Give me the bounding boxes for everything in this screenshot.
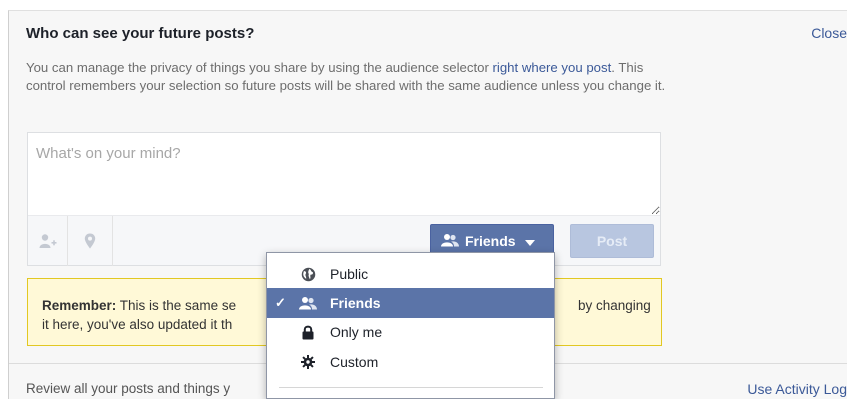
menu-item-friends[interactable]: ✓ Friends — [267, 288, 554, 318]
right-where-you-post-link[interactable]: right where you post — [493, 60, 612, 75]
footer-text: Review all your posts and things y — [26, 381, 231, 396]
menu-item-label: Public — [330, 266, 369, 282]
audience-menu: Public ✓ Friends Only me Custom — [266, 252, 555, 399]
dialog-title: Who can see your future posts? — [26, 25, 255, 42]
menu-item-only-me[interactable]: Only me — [267, 317, 554, 347]
dialog-description: You can manage the privacy of things you… — [26, 59, 666, 94]
remember-text-tail: by changing — [578, 298, 651, 313]
lock-icon — [295, 325, 321, 340]
globe-icon — [295, 267, 321, 282]
menu-item-public[interactable]: Public — [267, 259, 554, 289]
menu-item-label: Friends — [330, 295, 381, 311]
gear-icon — [295, 355, 321, 369]
checkmark-icon: ✓ — [275, 295, 286, 310]
remember-text: This is the same se — [116, 298, 237, 313]
person-add-icon[interactable] — [28, 216, 68, 266]
post-composer: Friends Post — [27, 132, 661, 266]
status-input[interactable] — [28, 133, 660, 215]
caret-down-icon — [524, 233, 535, 249]
menu-item-custom[interactable]: Custom — [267, 347, 554, 377]
friends-icon — [295, 296, 321, 310]
menu-item-label: Custom — [330, 354, 379, 370]
close-link[interactable]: Close — [811, 25, 847, 41]
activity-log-link[interactable]: Use Activity Log — [747, 381, 847, 397]
friends-icon — [441, 233, 459, 250]
audience-button-label: Friends — [465, 233, 516, 249]
menu-item-label: Only me — [330, 324, 383, 340]
location-pin-icon[interactable] — [68, 216, 113, 266]
remember-label: Remember: — [42, 298, 117, 313]
description-part1: You can manage the privacy of things you… — [26, 60, 493, 75]
post-button[interactable]: Post — [570, 224, 654, 258]
menu-divider — [279, 387, 543, 388]
